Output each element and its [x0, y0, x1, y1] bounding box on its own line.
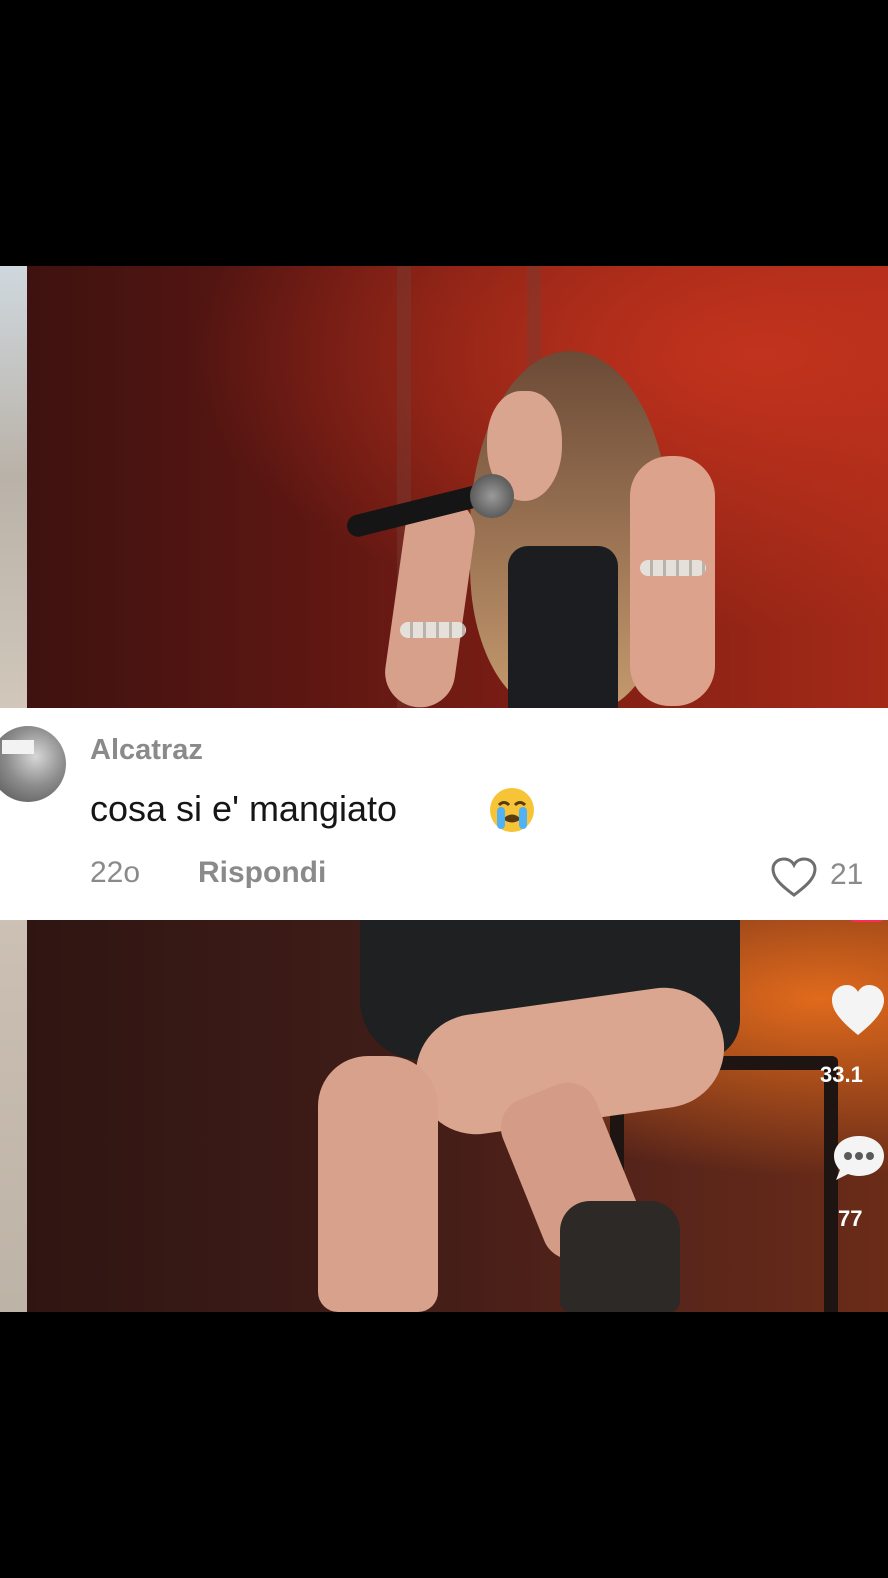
- comment-text: cosa si e' mangiato: [90, 788, 398, 829]
- performer-boot: [560, 1201, 680, 1312]
- heart-icon[interactable]: [828, 981, 888, 1041]
- video-frame[interactable]: 33.1 77 Alcatraz cosa si e' mangiato 22o…: [0, 266, 888, 1312]
- microphone-head: [470, 474, 514, 518]
- comment-timestamp: 22o: [90, 856, 141, 889]
- comment-username[interactable]: Alcatraz: [90, 734, 203, 767]
- heart-outline-icon[interactable]: [770, 856, 818, 898]
- comment-count-side: 77: [838, 1206, 863, 1231]
- crying-face-emoji-icon: [490, 788, 534, 832]
- reply-button[interactable]: Rispondi: [198, 856, 326, 890]
- bracelet: [640, 560, 706, 576]
- comment-like-count: 21: [830, 858, 864, 891]
- performer-dress: [508, 546, 618, 708]
- avatar-sign: [2, 740, 34, 754]
- comment-card: Alcatraz cosa si e' mangiato 22o Rispond…: [0, 708, 888, 920]
- performer-arm: [630, 456, 715, 706]
- avatar[interactable]: [0, 726, 66, 802]
- comment-icon[interactable]: [828, 1132, 888, 1184]
- performer-leg: [318, 1056, 438, 1312]
- like-count-side: 33.1: [820, 1062, 863, 1087]
- bracelet: [400, 622, 466, 638]
